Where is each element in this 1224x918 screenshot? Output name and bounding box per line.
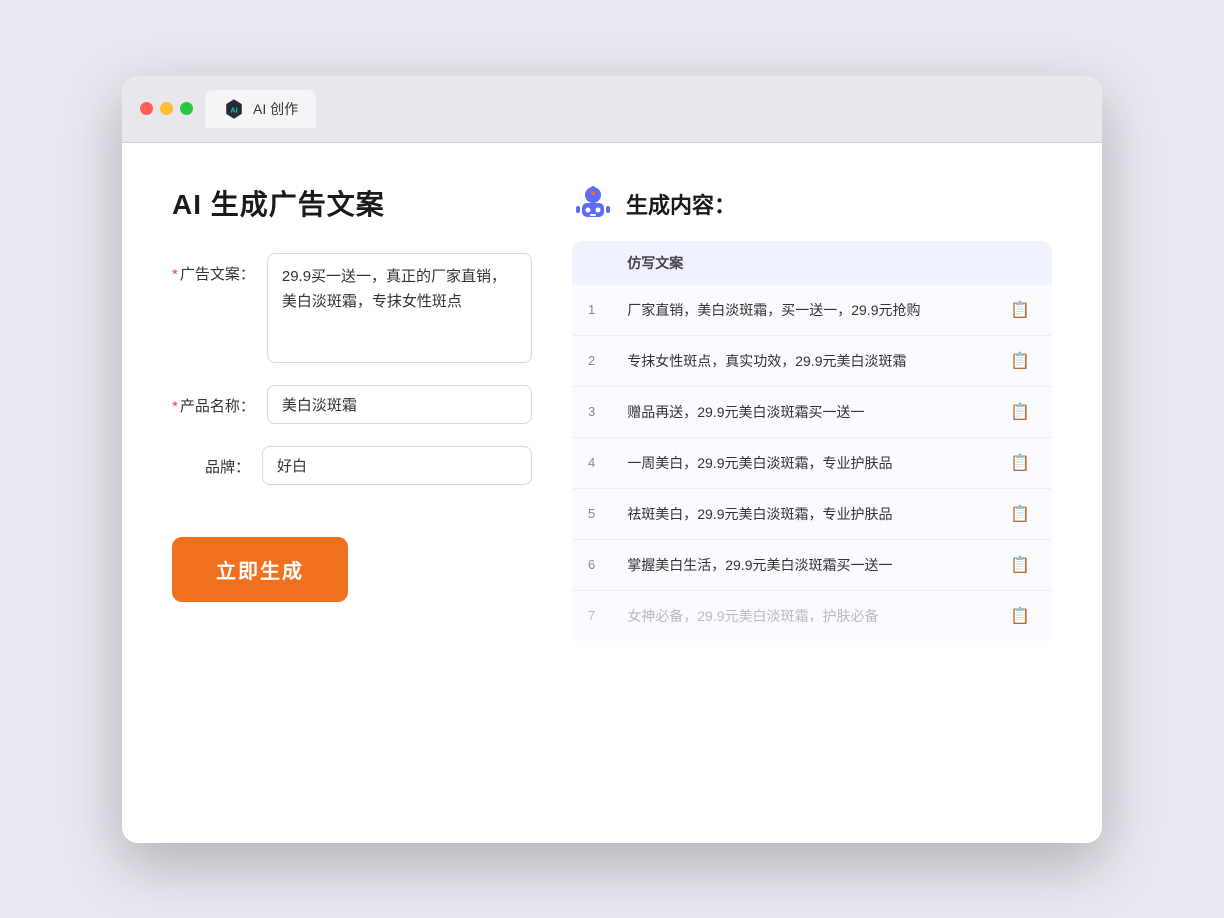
row-text: 掌握美白生活，29.9元美白淡斑霜买一送一 bbox=[611, 539, 988, 590]
row-number: 6 bbox=[572, 539, 611, 590]
product-name-input[interactable] bbox=[267, 385, 532, 424]
form-group-brand: 品牌： bbox=[172, 446, 532, 485]
label-product-name: *产品名称： bbox=[172, 385, 267, 416]
right-panel: 生成内容： 仿写文案 1厂家直销，美白淡斑霜，买一送一，29.9元抢购📋2专抹女… bbox=[572, 183, 1052, 641]
minimize-button[interactable] bbox=[160, 102, 173, 115]
tab-label: AI 创作 bbox=[253, 99, 298, 119]
row-number: 2 bbox=[572, 335, 611, 386]
row-text: 赠品再送，29.9元美白淡斑霜买一送一 bbox=[611, 386, 988, 437]
robot-icon bbox=[572, 183, 614, 225]
ai-tab-icon: AI bbox=[223, 98, 245, 120]
browser-content: AI 生成广告文案 *广告文案： 29.9买一送一，真正的厂家直销，美白淡斑霜，… bbox=[122, 143, 1102, 843]
brand-input[interactable] bbox=[262, 446, 532, 485]
copy-cell: 📋 bbox=[988, 335, 1052, 386]
result-title: 生成内容： bbox=[626, 188, 736, 220]
required-star-product: * bbox=[172, 398, 178, 415]
table-row: 1厂家直销，美白淡斑霜，买一送一，29.9元抢购 📋 bbox=[572, 285, 1052, 336]
row-number: 7 bbox=[572, 590, 611, 641]
table-row: 4一周美白，29.9元美白淡斑霜，专业护肤品 📋 bbox=[572, 437, 1052, 488]
required-star-ad: * bbox=[172, 266, 178, 283]
titlebar: AI AI 创作 bbox=[122, 76, 1102, 143]
copy-cell: 📋 bbox=[988, 285, 1052, 336]
copy-button[interactable]: 📋 bbox=[1004, 400, 1036, 424]
label-ad-text: *广告文案： bbox=[172, 253, 267, 284]
svg-text:AI: AI bbox=[230, 105, 237, 114]
result-header: 生成内容： bbox=[572, 183, 1052, 225]
table-header-row: 仿写文案 bbox=[572, 241, 1052, 285]
label-brand: 品牌： bbox=[172, 446, 262, 477]
generate-button[interactable]: 立即生成 bbox=[172, 537, 348, 602]
browser-window: AI AI 创作 AI 生成广告文案 *广告文案： 29.9买一送一，真正的厂家… bbox=[122, 76, 1102, 843]
col-num-header bbox=[572, 241, 611, 285]
copy-button[interactable]: 📋 bbox=[1004, 349, 1036, 373]
ad-text-input[interactable]: 29.9买一送一，真正的厂家直销，美白淡斑霜，专抹女性斑点 bbox=[267, 253, 532, 363]
row-text: 一周美白，29.9元美白淡斑霜，专业护肤品 bbox=[611, 437, 988, 488]
col-text-header: 仿写文案 bbox=[611, 241, 988, 285]
copy-cell: 📋 bbox=[988, 539, 1052, 590]
row-text: 女神必备，29.9元美白淡斑霜，护肤必备 bbox=[611, 590, 988, 641]
maximize-button[interactable] bbox=[180, 102, 193, 115]
row-text: 专抹女性斑点，真实功效，29.9元美白淡斑霜 bbox=[611, 335, 988, 386]
form-group-ad-text: *广告文案： 29.9买一送一，真正的厂家直销，美白淡斑霜，专抹女性斑点 bbox=[172, 253, 532, 363]
copy-button[interactable]: 📋 bbox=[1004, 502, 1036, 526]
row-text: 厂家直销，美白淡斑霜，买一送一，29.9元抢购 bbox=[611, 285, 988, 336]
row-number: 3 bbox=[572, 386, 611, 437]
table-row: 7女神必备，29.9元美白淡斑霜，护肤必备 📋 bbox=[572, 590, 1052, 641]
copy-cell: 📋 bbox=[988, 386, 1052, 437]
traffic-lights bbox=[140, 102, 193, 115]
close-button[interactable] bbox=[140, 102, 153, 115]
left-panel: AI 生成广告文案 *广告文案： 29.9买一送一，真正的厂家直销，美白淡斑霜，… bbox=[172, 183, 532, 641]
copy-button[interactable]: 📋 bbox=[1004, 553, 1036, 577]
form-group-product-name: *产品名称： bbox=[172, 385, 532, 424]
copy-button[interactable]: 📋 bbox=[1004, 298, 1036, 322]
table-row: 3赠品再送，29.9元美白淡斑霜买一送一 📋 bbox=[572, 386, 1052, 437]
page-title: AI 生成广告文案 bbox=[172, 183, 532, 223]
copy-cell: 📋 bbox=[988, 437, 1052, 488]
row-number: 5 bbox=[572, 488, 611, 539]
table-row: 6掌握美白生活，29.9元美白淡斑霜买一送一 📋 bbox=[572, 539, 1052, 590]
tab-ai-creation[interactable]: AI AI 创作 bbox=[205, 90, 316, 128]
table-row: 2专抹女性斑点，真实功效，29.9元美白淡斑霜 📋 bbox=[572, 335, 1052, 386]
copy-cell: 📋 bbox=[988, 590, 1052, 641]
row-text: 祛斑美白，29.9元美白淡斑霜，专业护肤品 bbox=[611, 488, 988, 539]
copy-button[interactable]: 📋 bbox=[1004, 451, 1036, 475]
col-copy-header bbox=[988, 241, 1052, 285]
copy-cell: 📋 bbox=[988, 488, 1052, 539]
main-layout: AI 生成广告文案 *广告文案： 29.9买一送一，真正的厂家直销，美白淡斑霜，… bbox=[172, 183, 1052, 641]
row-number: 4 bbox=[572, 437, 611, 488]
result-table: 仿写文案 1厂家直销，美白淡斑霜，买一送一，29.9元抢购📋2专抹女性斑点，真实… bbox=[572, 241, 1052, 641]
copy-button[interactable]: 📋 bbox=[1004, 604, 1036, 628]
table-row: 5祛斑美白，29.9元美白淡斑霜，专业护肤品 📋 bbox=[572, 488, 1052, 539]
row-number: 1 bbox=[572, 285, 611, 336]
